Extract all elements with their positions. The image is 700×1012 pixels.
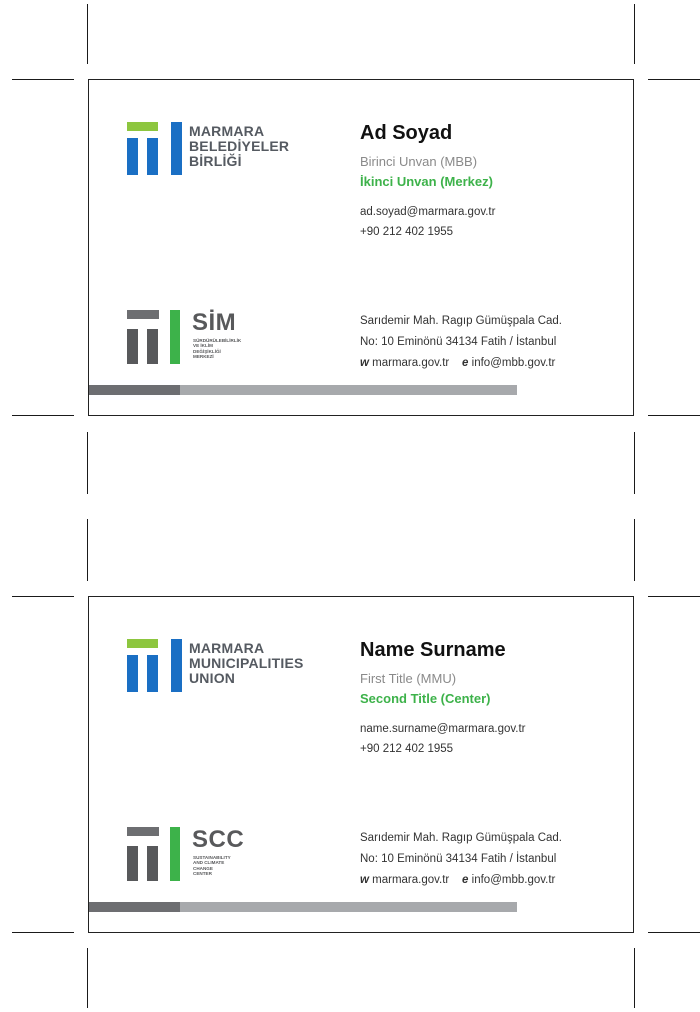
sublogo-abbr: SCC xyxy=(192,826,245,853)
logo-wordmark: MARMARA MUNICIPALITIES UNION xyxy=(189,641,304,686)
footer-bar-light xyxy=(180,385,517,395)
sublogo-bar xyxy=(127,310,159,319)
footer-bar-light xyxy=(180,902,517,912)
sublogo-green-bar xyxy=(170,310,180,364)
crop-mark xyxy=(87,432,88,494)
crop-mark xyxy=(648,932,700,933)
title-secondary: Second Title (Center) xyxy=(360,691,491,706)
mail-label: e xyxy=(462,357,469,369)
logo-green-bar xyxy=(127,639,158,648)
phone-text: +90 212 402 1955 xyxy=(360,743,454,755)
sublogo-caption: SUSTAINABILITY AND CLIMATE CHANGE CENTER xyxy=(193,855,253,877)
footer-bar-dark xyxy=(89,385,180,395)
logo-green-bar xyxy=(127,122,158,131)
sublogo-bar xyxy=(147,846,158,881)
crop-mark xyxy=(12,932,74,933)
sublogo-bar xyxy=(147,329,158,364)
logo-blue-bar xyxy=(171,122,182,175)
contact-info: name.surname@marmara.gov.tr +90 212 402 … xyxy=(360,719,620,759)
crop-mark xyxy=(634,948,635,1008)
sublogo-bar xyxy=(127,846,138,881)
business-card-tr: MARMARA BELEDİYELER BİRLİĞİ Ad Soyad Bir… xyxy=(88,79,634,416)
sublogo-caption: SÜRDÜRÜLEBİLİRLİK VE İKLİM DEĞİŞİKLİĞİ M… xyxy=(193,338,253,360)
logo-line: BİRLİĞİ xyxy=(189,153,242,169)
address-block: Sarıdemir Mah. Ragıp Gümüşpala Cad. No: … xyxy=(360,828,562,891)
footer-bar-dark xyxy=(89,902,180,912)
logo-line: BELEDİYELER xyxy=(189,138,290,154)
logo-line: MARMARA xyxy=(189,640,265,656)
web-text: marmara.gov.tr xyxy=(372,874,450,886)
title-primary: Birinci Unvan (MBB) xyxy=(360,154,478,169)
sublogo-abbr: SİM xyxy=(192,309,237,336)
crop-mark xyxy=(12,596,74,597)
logo-blue-bar xyxy=(171,639,182,692)
sublogo-bar xyxy=(127,827,159,836)
email-text: name.surname@marmara.gov.tr xyxy=(360,723,526,735)
web-mail-line: w marmara.gov.tr e info@mbb.gov.tr xyxy=(360,353,562,374)
scc-logo: SCC SUSTAINABILITY AND CLIMATE CHANGE CE… xyxy=(127,827,327,887)
address-line: Sarıdemir Mah. Ragıp Gümüşpala Cad. xyxy=(360,315,562,327)
mail-text: info@mbb.gov.tr xyxy=(471,874,556,886)
mmu-logo: MARMARA MUNICIPALITIES UNION xyxy=(127,639,327,699)
mail-text: info@mbb.gov.tr xyxy=(471,357,556,369)
mbb-logo: MARMARA BELEDİYELER BİRLİĞİ xyxy=(127,122,327,182)
logo-blue-bar xyxy=(127,138,138,175)
logo-blue-bar xyxy=(147,138,158,175)
logo-wordmark: MARMARA BELEDİYELER BİRLİĞİ xyxy=(189,124,289,169)
crop-mark xyxy=(12,415,74,416)
sim-logo: SİM SÜRDÜRÜLEBİLİRLİK VE İKLİM DEĞİŞİKLİ… xyxy=(127,310,327,370)
business-card-en: MARMARA MUNICIPALITIES UNION Name Surnam… xyxy=(88,596,634,933)
caption-line: CENTER xyxy=(193,871,212,877)
crop-mark xyxy=(648,596,700,597)
web-label: w xyxy=(360,874,369,886)
caption-line: MERKEZİ xyxy=(193,354,214,360)
logo-blue-bar xyxy=(127,655,138,692)
web-text: marmara.gov.tr xyxy=(372,357,450,369)
address-line: No: 10 Eminönü 34134 Fatih / İstanbul xyxy=(360,336,557,348)
logo-blue-bar xyxy=(147,655,158,692)
sublogo-bar xyxy=(127,329,138,364)
person-name: Ad Soyad xyxy=(360,122,453,144)
address-line: Sarıdemir Mah. Ragıp Gümüşpala Cad. xyxy=(360,832,562,844)
sublogo-green-bar xyxy=(170,827,180,881)
crop-mark xyxy=(87,4,88,64)
address-line: No: 10 Eminönü 34134 Fatih / İstanbul xyxy=(360,853,557,865)
crop-mark xyxy=(634,432,635,494)
title-secondary: İkinci Unvan (Merkez) xyxy=(360,174,493,189)
logo-line: MARMARA xyxy=(189,123,265,139)
crop-mark xyxy=(87,948,88,1008)
web-label: w xyxy=(360,357,369,369)
person-name: Name Surname xyxy=(360,639,506,661)
email-text: ad.soyad@marmara.gov.tr xyxy=(360,206,496,218)
crop-mark xyxy=(12,79,74,80)
crop-mark xyxy=(648,79,700,80)
crop-mark xyxy=(87,519,88,581)
web-mail-line: w marmara.gov.tr e info@mbb.gov.tr xyxy=(360,870,562,891)
phone-text: +90 212 402 1955 xyxy=(360,226,454,238)
crop-mark xyxy=(648,415,700,416)
crop-mark xyxy=(634,519,635,581)
logo-line: UNION xyxy=(189,670,236,686)
contact-info: ad.soyad@marmara.gov.tr +90 212 402 1955 xyxy=(360,202,620,242)
logo-line: MUNICIPALITIES xyxy=(189,655,304,671)
mail-label: e xyxy=(462,874,469,886)
address-block: Sarıdemir Mah. Ragıp Gümüşpala Cad. No: … xyxy=(360,311,562,374)
name-block: Ad Soyad Birinci Unvan (MBB) İkinci Unva… xyxy=(360,120,620,242)
name-block: Name Surname First Title (MMU) Second Ti… xyxy=(360,637,620,759)
title-primary: First Title (MMU) xyxy=(360,671,457,686)
crop-mark xyxy=(634,4,635,64)
